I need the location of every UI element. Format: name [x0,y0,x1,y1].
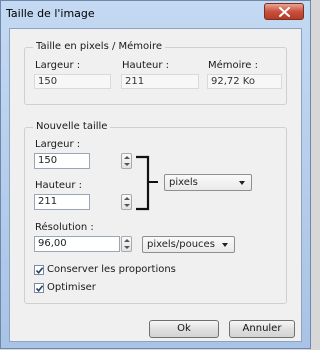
current-height-label: Hauteur : [122,60,170,71]
keep-proportions-label[interactable]: Conserver les proportions [47,264,176,275]
close-icon [279,7,290,17]
current-height-value: 211 [121,74,199,89]
resolution-spinner[interactable] [121,236,132,252]
spin-up-icon[interactable] [124,197,130,200]
resolution-unit-select[interactable]: pixels/pouces [142,236,235,253]
size-unit-select[interactable]: pixels [164,174,252,191]
resolution-unit-value: pixels/pouces [147,239,215,250]
chevron-down-icon [222,243,228,247]
optimize-label[interactable]: Optimiser [47,282,96,293]
spin-up-icon[interactable] [124,239,130,242]
link-bracket-icon [136,155,158,211]
ok-button[interactable]: Ok [149,320,219,338]
new-height-input[interactable]: 211 [34,194,90,210]
close-button[interactable] [264,3,304,20]
keep-proportions-checkbox[interactable] [34,265,44,275]
dialog-window: Taille de l'image Taille en pixels / Mém… [0,0,311,349]
resolution-input[interactable]: 96,00 [34,236,120,252]
window-title: Taille de l'image [6,7,95,20]
current-width-value: 150 [34,74,111,89]
checkmark-icon [35,267,44,275]
memory-label: Mémoire : [208,60,259,71]
spin-up-icon[interactable] [124,156,130,159]
new-width-label: Largeur : [35,139,81,150]
memory-value: 92,72 Ko [207,74,282,89]
spin-down-icon[interactable] [124,246,130,249]
optimize-checkbox[interactable] [34,283,44,293]
memory-group: Taille en pixels / Mémoire Largeur : 150… [24,41,287,105]
checkmark-icon [35,285,44,293]
spin-down-icon[interactable] [124,204,130,207]
new-size-group: Nouvelle taille Largeur : 150 Hauteur : … [24,121,287,304]
new-width-input[interactable]: 150 [34,153,90,169]
cancel-button[interactable]: Annuler [229,320,295,338]
chevron-down-icon [239,181,245,185]
dialog-client-area: Taille en pixels / Mémoire Largeur : 150… [9,28,302,342]
new-height-spinner[interactable] [121,194,132,210]
spin-down-icon[interactable] [124,163,130,166]
new-height-label: Hauteur : [35,180,83,191]
resolution-label: Résolution : [35,222,94,233]
new-width-spinner[interactable] [121,153,132,169]
size-unit-value: pixels [169,177,198,188]
memory-group-legend: Taille en pixels / Mémoire [33,41,165,52]
current-width-label: Largeur : [35,60,81,71]
title-bar[interactable]: Taille de l'image [1,1,310,28]
new-size-group-legend: Nouvelle taille [33,121,111,132]
